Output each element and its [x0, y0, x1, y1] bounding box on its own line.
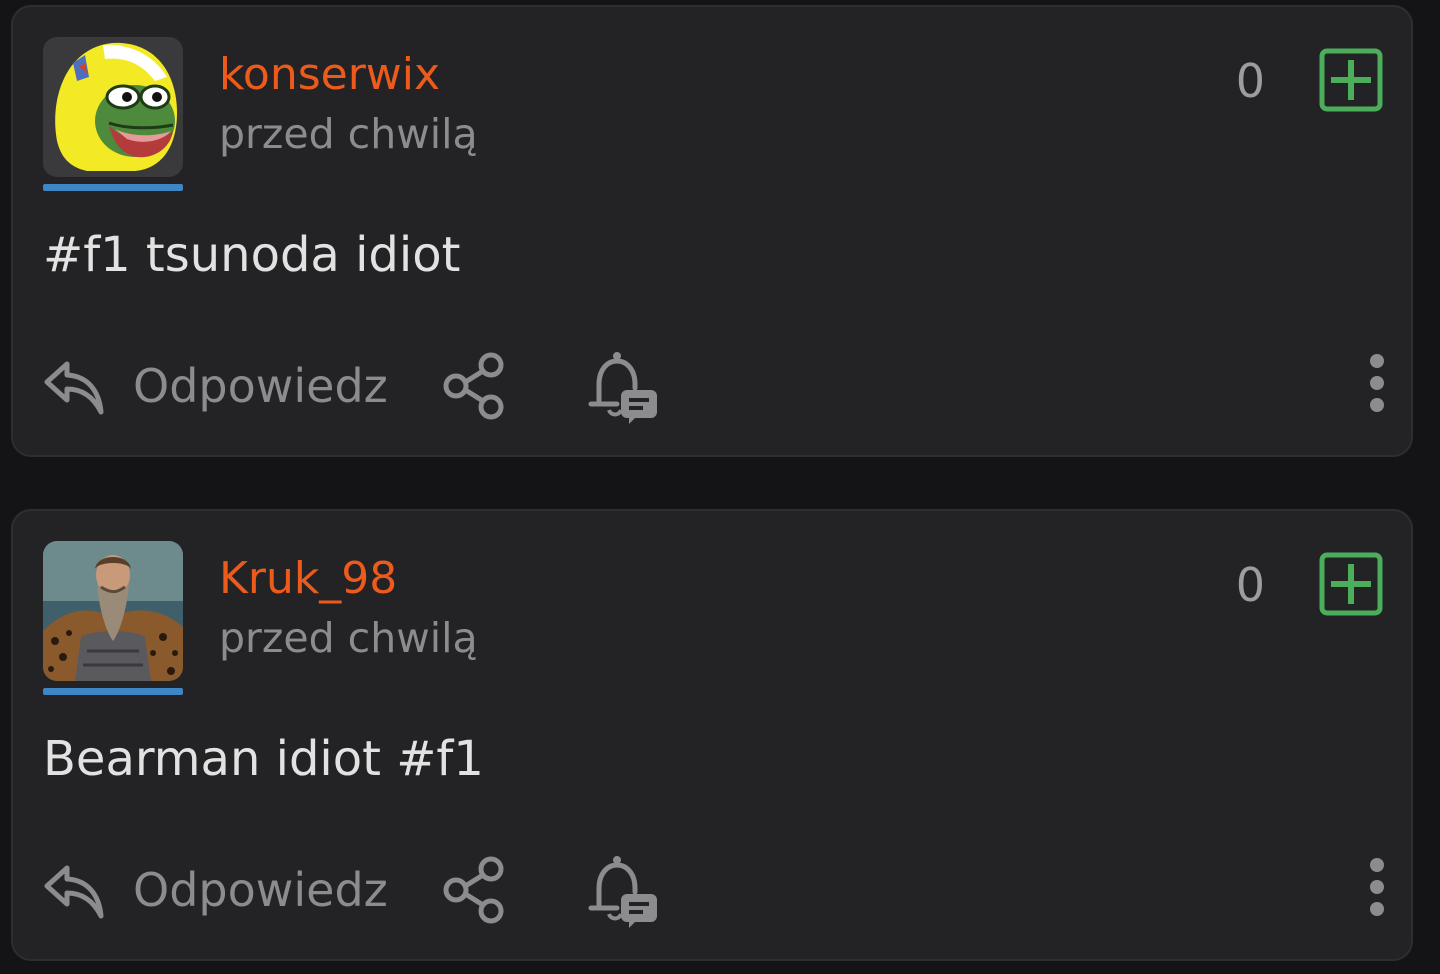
more-options-button[interactable] — [1359, 351, 1395, 415]
portrait-avatar-icon — [43, 541, 183, 681]
post-content: #f1 tsunoda idiot — [43, 227, 461, 283]
vote-count[interactable]: 0 — [1236, 52, 1265, 110]
reply-icon — [44, 865, 104, 919]
pepe-helmet-avatar-icon — [43, 37, 183, 177]
plus-square-icon — [1319, 48, 1383, 112]
vote-count[interactable]: 0 — [1236, 556, 1265, 614]
share-button[interactable] — [439, 350, 511, 422]
plus-square-icon — [1319, 552, 1383, 616]
reply-button[interactable]: Odpowiedz — [41, 855, 388, 925]
more-options-button[interactable] — [1359, 855, 1395, 919]
avatar-rank-bar — [43, 688, 183, 695]
post-time[interactable]: przed chwilą — [219, 612, 478, 664]
reply-label: Odpowiedz — [133, 359, 388, 413]
author-name[interactable]: konserwix — [219, 47, 440, 103]
bell-comment-icon — [588, 856, 657, 928]
post-time[interactable]: przed chwilą — [219, 108, 478, 160]
bell-comment-icon — [588, 352, 657, 424]
entry-feed: konserwix przed chwilą 0 #f1 tsunoda idi… — [0, 0, 1440, 974]
avatar[interactable] — [43, 37, 183, 177]
more-vertical-icon — [1370, 354, 1384, 412]
observe-button[interactable] — [585, 348, 661, 424]
more-vertical-icon — [1370, 858, 1384, 916]
author-name[interactable]: Kruk_98 — [219, 551, 397, 607]
avatar-rank-bar — [43, 184, 183, 191]
avatar[interactable] — [43, 541, 183, 681]
reply-label: Odpowiedz — [133, 863, 388, 917]
comment-card: Kruk_98 przed chwilą 0 Bearman idiot #f1… — [11, 509, 1413, 961]
reply-button[interactable]: Odpowiedz — [41, 351, 388, 421]
observe-button[interactable] — [585, 852, 661, 928]
share-icon — [443, 352, 504, 420]
reply-icon — [44, 361, 104, 415]
plus-button[interactable] — [1319, 552, 1383, 616]
comment-card: konserwix przed chwilą 0 #f1 tsunoda idi… — [11, 5, 1413, 457]
plus-button[interactable] — [1319, 48, 1383, 112]
post-content: Bearman idiot #f1 — [43, 731, 484, 787]
share-button[interactable] — [439, 854, 511, 926]
share-icon — [443, 856, 504, 924]
